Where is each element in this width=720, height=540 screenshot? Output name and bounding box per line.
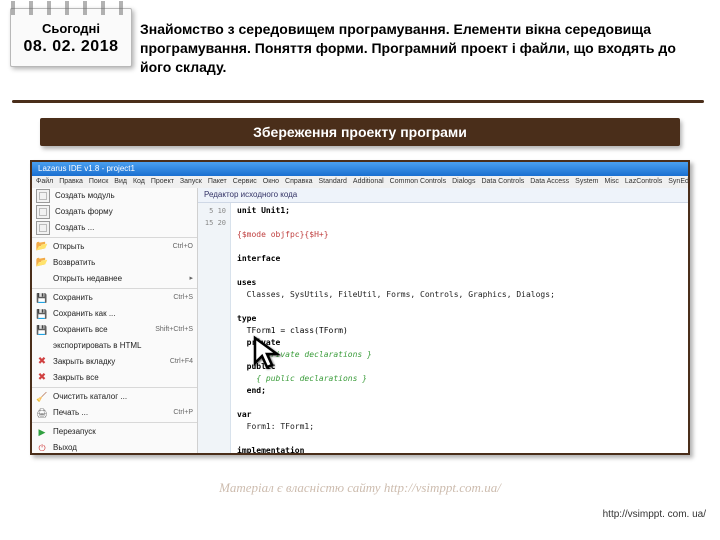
menu-item-label: Открыть [53,240,84,254]
file-menu-item[interactable]: Сохранить как ... [32,306,197,322]
menu-item[interactable]: Dialogs [452,176,475,188]
editor-pane: Редактор исходного кода 5 10 15 20 unit … [198,188,688,453]
line-gutter: 5 10 15 20 [198,203,231,453]
menu-item-label: Создать ... [55,221,94,235]
file-menu-item[interactable]: Создать ... [32,220,197,236]
code-area[interactable]: 5 10 15 20 unit Unit1; {$mode objfpc}{$H… [198,203,688,453]
menu-item[interactable]: Пакет [208,176,227,188]
date-card: Сьогодні 08. 02. 2018 [10,8,132,67]
menu-item[interactable]: Файл [36,176,53,188]
menu-item[interactable]: Окно [263,176,279,188]
today-label: Сьогодні [15,21,127,36]
menu-shortcut: ▸ [189,272,193,286]
code-content[interactable]: unit Unit1; {$mode objfpc}{$H+} interfac… [231,203,688,453]
menu-item-label: Перезапуск [53,425,96,439]
menu-item-label: Закрыть вкладку [53,355,115,369]
menu-item-label: Сохранить [53,291,93,305]
menu-item[interactable]: Код [133,176,145,188]
play-icon [36,426,48,438]
menu-item[interactable]: Поиск [89,176,108,188]
modul-icon [36,221,50,235]
broom-icon [36,391,48,403]
menu-item[interactable]: Вид [114,176,127,188]
file-menu-item[interactable]: Закрыть все [32,370,197,386]
file-menu-item[interactable]: Возвратить [32,255,197,271]
menu-separator [32,288,197,289]
file-menu-item[interactable]: Очистить каталог ... [32,389,197,405]
save-icon [36,308,48,320]
watermark-text: Матеріал є власністю сайту http://vsimpp… [0,480,720,496]
menu-separator [32,237,197,238]
file-menu-item[interactable]: Сохранить Ctrl+S [32,290,197,306]
menu-item[interactable]: Запуск [180,176,202,188]
menu-item-label: Открыть недавнее [53,272,122,286]
menu-item[interactable]: Misc [605,176,619,188]
cursor-arrow-icon [252,335,286,376]
blank-icon [36,273,48,285]
print-icon [36,407,48,419]
menu-shortcut: Ctrl+P [173,406,193,420]
menu-item[interactable]: Standard [319,176,347,188]
file-menu-item[interactable]: Открыть Ctrl+O [32,239,197,255]
menu-item-label: Выход [53,441,77,455]
menu-item-label: экспортировать в HTML [53,339,142,353]
menu-item[interactable]: Data Access [530,176,569,188]
file-menu-item[interactable]: Создать форму [32,204,197,220]
file-menu-item[interactable]: Перезапуск [32,424,197,440]
menu-item[interactable]: System [575,176,598,188]
menu-item[interactable]: SynEdit [668,176,688,188]
menu-separator [32,422,197,423]
close-icon [36,372,48,384]
save-icon [36,292,48,304]
ide-titlebar: Lazarus IDE v1.8 - project1 [32,162,688,176]
horizontal-rule [12,100,704,103]
close-icon [36,356,48,368]
blank-icon [36,340,48,352]
exit-icon [36,442,48,454]
modul-icon [36,205,50,219]
file-menu-item[interactable]: Печать ... Ctrl+P [32,405,197,421]
file-menu-item[interactable]: Закрыть вкладку Ctrl+F4 [32,354,197,370]
menu-shortcut: Ctrl+O [173,240,193,254]
menu-item-label: Сохранить как ... [53,307,116,321]
file-menu-item[interactable]: Открыть недавнее ▸ [32,271,197,287]
date-value: 08. 02. 2018 [15,38,127,56]
file-menu-item[interactable]: Создать модуль [32,188,197,204]
open-icon [36,257,48,269]
menu-item-label: Сохранить все [53,323,108,337]
lesson-title: Знайомство з середовищем програмування. … [140,20,704,77]
menu-separator [32,387,197,388]
menu-shortcut: Ctrl+F4 [170,355,193,369]
save-icon [36,324,48,336]
file-menu-item[interactable]: Сохранить все Shift+Ctrl+S [32,322,197,338]
menu-item[interactable]: Additional [353,176,384,188]
menu-item[interactable]: Data Controls [481,176,524,188]
menu-item[interactable]: Проект [151,176,174,188]
menu-item-label: Очистить каталог ... [53,390,127,404]
footer-link[interactable]: http://vsimppt. com. ua/ [603,509,706,520]
editor-tab[interactable]: Редактор исходного кода [198,188,688,203]
menu-item[interactable]: Правка [59,176,83,188]
menu-item-label: Создать форму [55,205,113,219]
ide-window: Lazarus IDE v1.8 - project1 Файл Правка По… [30,160,690,455]
open-icon [36,241,48,253]
file-menu-dropdown[interactable]: Создать модуль Создать форму Создать ... От… [32,188,198,453]
menu-shortcut: Shift+Ctrl+S [155,323,193,337]
file-menu-item[interactable]: экспортировать в HTML [32,338,197,354]
menu-item[interactable]: Справка [285,176,312,188]
menu-shortcut: Ctrl+S [173,291,193,305]
menu-item[interactable]: Common Controls [390,176,446,188]
section-heading: Збереження проекту програми [40,118,680,146]
menu-item-label: Печать ... [53,406,88,420]
modul-icon [36,189,50,203]
menu-item-label: Возвратить [53,256,95,270]
menu-item-label: Закрыть все [53,371,99,385]
menu-item-label: Создать модуль [55,189,115,203]
file-menu-item[interactable]: Выход [32,440,197,455]
menu-item[interactable]: Сервис [233,176,257,188]
menu-item[interactable]: LazControls [625,176,662,188]
